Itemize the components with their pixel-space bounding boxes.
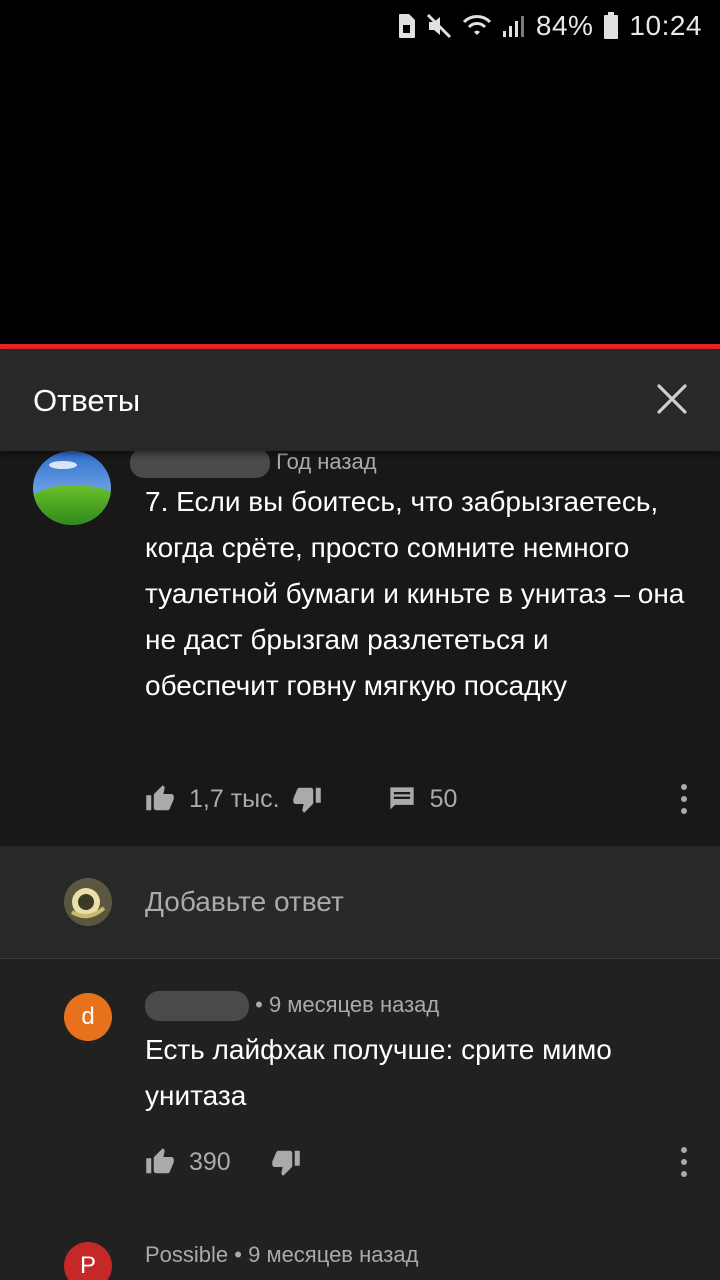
wifi-icon: [462, 13, 492, 39]
avatar[interactable]: d: [64, 993, 112, 1041]
reply-text: Есть лайфхак получше: срите мимо унитаза: [145, 1034, 612, 1111]
more-options-button[interactable]: [674, 1144, 694, 1180]
comment-actions: 1,7 тыс. 50: [145, 781, 457, 817]
like-count: 1,7 тыс.: [189, 784, 280, 813]
avatar[interactable]: [33, 451, 111, 525]
thumbs-down-icon: [271, 1150, 300, 1176]
dislike-button[interactable]: [292, 784, 322, 814]
dislike-button[interactable]: [271, 1147, 301, 1177]
add-reply-input[interactable]: Добавьте ответ: [145, 886, 344, 918]
avatar-letter: d: [81, 1003, 95, 1030]
comment-meta: Год назад: [130, 448, 377, 478]
avatar-letter: P: [79, 1252, 96, 1279]
reply-meta: • 9 месяцев назад: [145, 991, 439, 1021]
battery-percent: 84%: [535, 10, 594, 41]
reply-time: • 9 месяцев назад: [255, 991, 440, 1017]
mute-icon: [426, 13, 452, 39]
redacted-author: [145, 991, 249, 1021]
replies-panel-header: Ответы: [0, 349, 720, 451]
close-button[interactable]: [652, 379, 692, 419]
avatar[interactable]: P: [64, 1242, 112, 1280]
sim-icon: [396, 13, 416, 39]
user-avatar: [64, 878, 112, 926]
reply-meta: Possible • 9 месяцев назад: [145, 1242, 418, 1268]
add-reply-row[interactable]: Добавьте ответ: [0, 846, 720, 958]
comment-icon: [389, 787, 414, 810]
close-icon: [657, 384, 687, 414]
thumbs-up-icon: [146, 1148, 174, 1174]
more-options-button[interactable]: [674, 781, 694, 817]
more-vert-icon: [681, 784, 687, 814]
main-comment: Год назад 7. Если вы боитесь, что забрыз…: [0, 448, 720, 846]
more-vert-icon: [681, 1147, 687, 1177]
reply-actions: 390: [145, 1144, 301, 1180]
reply-author: Possible: [145, 1242, 229, 1267]
panel-title: Ответы: [33, 383, 141, 418]
reply-item: P Possible • 9 месяцев назад: [0, 1230, 720, 1280]
like-button[interactable]: [145, 1147, 175, 1177]
comment-time: Год назад: [276, 448, 377, 474]
clock: 10:24: [629, 10, 702, 41]
comment-text: 7. Если вы боитесь, что забрызгаетесь, к…: [145, 486, 685, 701]
reply-item: d • 9 месяцев назад Есть лайфхак получше…: [0, 959, 720, 1209]
video-player[interactable]: [0, 52, 720, 344]
battery-icon: [603, 12, 619, 40]
thumbs-up-icon: [146, 785, 174, 811]
replies-button[interactable]: [388, 785, 416, 813]
like-count: 390: [189, 1147, 231, 1176]
redacted-author: [130, 448, 270, 478]
reply-time: • 9 месяцев назад: [234, 1242, 419, 1267]
like-button[interactable]: [145, 784, 175, 814]
replies-count: 50: [429, 784, 458, 813]
thumbs-down-icon: [292, 787, 321, 813]
status-bar: 84% 10:24: [0, 0, 720, 52]
signal-icon: [502, 13, 526, 39]
